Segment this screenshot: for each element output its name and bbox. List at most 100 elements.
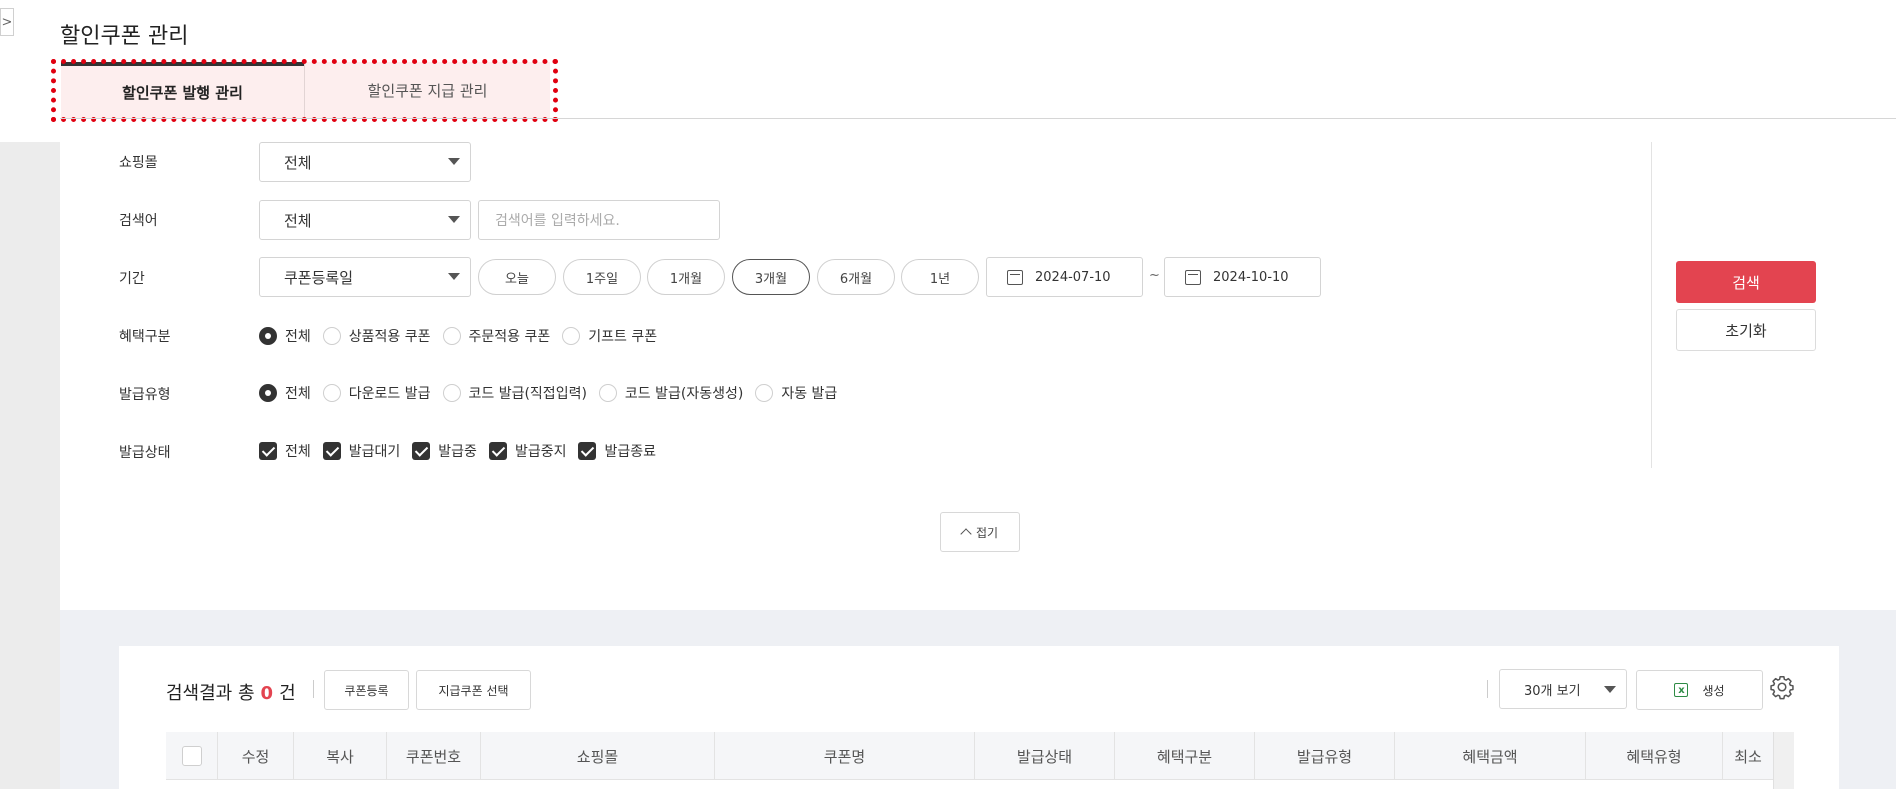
- col-benefit-kind: 혜택유형: [1586, 732, 1723, 780]
- page-size-value: 30개 보기: [1524, 683, 1581, 699]
- results-prefix: 검색결과 총: [166, 683, 255, 704]
- fold-label: 접기: [975, 525, 999, 540]
- option-label: 상품적용 쿠폰: [348, 329, 431, 345]
- date-type-select[interactable]: 쿠폰등록일: [259, 257, 471, 297]
- date-type-value: 쿠폰등록일: [284, 268, 354, 287]
- checkbox-checked[interactable]: [488, 442, 507, 460]
- select-grant-coupon-button[interactable]: 지급쿠폰 선택: [416, 670, 531, 710]
- left-gutter: [0, 142, 60, 789]
- gear-icon[interactable]: [1769, 674, 1795, 700]
- radio[interactable]: [562, 327, 581, 345]
- header-select-all[interactable]: [166, 732, 218, 780]
- tab-coupon-grant[interactable]: 할인쿠폰 지급 관리: [304, 62, 550, 119]
- radio[interactable]: [322, 384, 341, 402]
- caret-down-icon: [1604, 686, 1616, 693]
- issue-type-option-code-auto[interactable]: 코드 발급(자동생성): [598, 383, 743, 403]
- status-option-stopped[interactable]: 발급중지: [488, 441, 567, 461]
- period-6month-button[interactable]: 6개월: [817, 259, 895, 295]
- period-today-button[interactable]: 오늘: [478, 259, 556, 295]
- benefit-option-all[interactable]: 전체: [259, 326, 311, 346]
- excel-icon: x: [1674, 683, 1689, 697]
- option-label: 전체: [285, 329, 311, 345]
- results-count: 0: [260, 683, 274, 704]
- issue-type-option-download[interactable]: 다운로드 발급: [322, 383, 431, 403]
- start-date-input[interactable]: 2024-07-10: [986, 257, 1143, 297]
- option-label: 발급종료: [604, 444, 656, 460]
- mall-select[interactable]: 전체: [259, 142, 471, 182]
- issue-type-option-code-manual[interactable]: 코드 발급(직접입력): [442, 383, 587, 403]
- col-minimum: 최소: [1734, 747, 1762, 766]
- benefit-label: 혜택구분: [119, 329, 171, 345]
- period-1year-button[interactable]: 1년: [901, 259, 979, 295]
- mall-select-value: 전체: [284, 153, 312, 172]
- excel-create-button[interactable]: x 생성: [1636, 670, 1763, 710]
- end-date-input[interactable]: 2024-10-10: [1164, 257, 1321, 297]
- start-date-value: 2024-07-10: [1035, 269, 1111, 285]
- table-header: 수정 복사 쿠폰번호 쇼핑몰 쿠폰명 발급상태 혜택구분 발급유형 혜택금액 혜…: [166, 732, 1794, 780]
- page-root: > 할인쿠폰 관리 할인쿠폰 발행 관리 할인쿠폰 지급 관리 쇼핑몰 전체 검…: [0, 0, 1896, 789]
- date-range-separator: ~: [1149, 268, 1160, 283]
- caret-down-icon: [448, 158, 460, 165]
- status-option-issuing[interactable]: 발급중: [412, 441, 477, 461]
- benefit-option-gift[interactable]: 기프트 쿠폰: [562, 326, 657, 346]
- radio[interactable]: [755, 384, 774, 402]
- tabs-divider: [60, 118, 1896, 119]
- divider: [313, 680, 314, 698]
- status-option-ended[interactable]: 발급종료: [578, 441, 656, 461]
- radio-selected[interactable]: [259, 384, 277, 402]
- fold-button[interactable]: 접기: [940, 512, 1020, 552]
- issue-status-checkbox-group: 전체 발급대기 발급중 발급중지 발급종료: [259, 441, 668, 461]
- chevron-up-icon: [960, 528, 972, 540]
- option-label: 발급대기: [348, 444, 401, 460]
- col-edit: 수정: [218, 732, 294, 780]
- period-3month-button[interactable]: 3개월: [732, 259, 810, 295]
- option-label: 발급중지: [514, 444, 567, 460]
- period-1week-button[interactable]: 1주일: [563, 259, 641, 295]
- issue-type-option-auto[interactable]: 자동 발급: [755, 383, 837, 403]
- checkbox-checked[interactable]: [322, 442, 341, 460]
- divider: [1487, 680, 1488, 698]
- period-label: 기간: [119, 271, 145, 287]
- radio[interactable]: [442, 327, 461, 345]
- issue-type-label: 발급유형: [119, 387, 171, 403]
- option-label: 주문적용 쿠폰: [468, 329, 551, 345]
- radio[interactable]: [598, 384, 617, 402]
- status-option-waiting[interactable]: 발급대기: [322, 441, 401, 461]
- option-label: 발급중: [438, 444, 477, 460]
- results-suffix: 건: [279, 683, 296, 704]
- checkbox-checked[interactable]: [412, 442, 431, 460]
- search-button[interactable]: 검색: [1676, 261, 1816, 303]
- register-coupon-button[interactable]: 쿠폰등록: [324, 670, 409, 710]
- option-label: 다운로드 발급: [348, 386, 431, 402]
- option-label: 전체: [285, 444, 311, 460]
- radio[interactable]: [322, 327, 341, 345]
- radio[interactable]: [442, 384, 461, 402]
- issue-status-label: 발급상태: [119, 445, 171, 461]
- issue-type-option-all[interactable]: 전체: [259, 383, 311, 403]
- keyword-label: 검색어: [119, 213, 158, 229]
- benefit-radio-group: 전체 상품적용 쿠폰 주문적용 쿠폰 기프트 쿠폰: [259, 326, 669, 346]
- end-date-value: 2024-10-10: [1213, 269, 1289, 285]
- table-scrollbar[interactable]: [1773, 732, 1794, 789]
- option-label: 코드 발급(직접입력): [468, 386, 587, 402]
- benefit-option-order[interactable]: 주문적용 쿠폰: [442, 326, 551, 346]
- col-benefit-type: 혜택구분: [1115, 732, 1255, 780]
- reset-button[interactable]: 초기화: [1676, 309, 1816, 351]
- period-1month-button[interactable]: 1개월: [647, 259, 725, 295]
- checkbox[interactable]: [181, 746, 202, 766]
- benefit-option-product[interactable]: 상품적용 쿠폰: [322, 326, 431, 346]
- checkbox-checked[interactable]: [578, 442, 597, 460]
- keyword-placeholder: 검색어를 입력하세요.: [495, 213, 620, 229]
- checkbox-checked[interactable]: [259, 442, 277, 460]
- col-coupon-name: 쿠폰명: [715, 732, 975, 780]
- keyword-type-value: 전체: [284, 211, 312, 230]
- radio-selected[interactable]: [259, 327, 277, 345]
- expand-sidebar-button[interactable]: >: [0, 8, 14, 36]
- status-option-all[interactable]: 전체: [259, 441, 311, 461]
- caret-down-icon: [448, 216, 460, 223]
- tab-coupon-issue[interactable]: 할인쿠폰 발행 관리: [61, 62, 304, 119]
- keyword-type-select[interactable]: 전체: [259, 200, 471, 240]
- page-size-select[interactable]: 30개 보기: [1499, 669, 1627, 709]
- page-title: 할인쿠폰 관리: [60, 24, 189, 49]
- keyword-input[interactable]: 검색어를 입력하세요.: [478, 200, 720, 240]
